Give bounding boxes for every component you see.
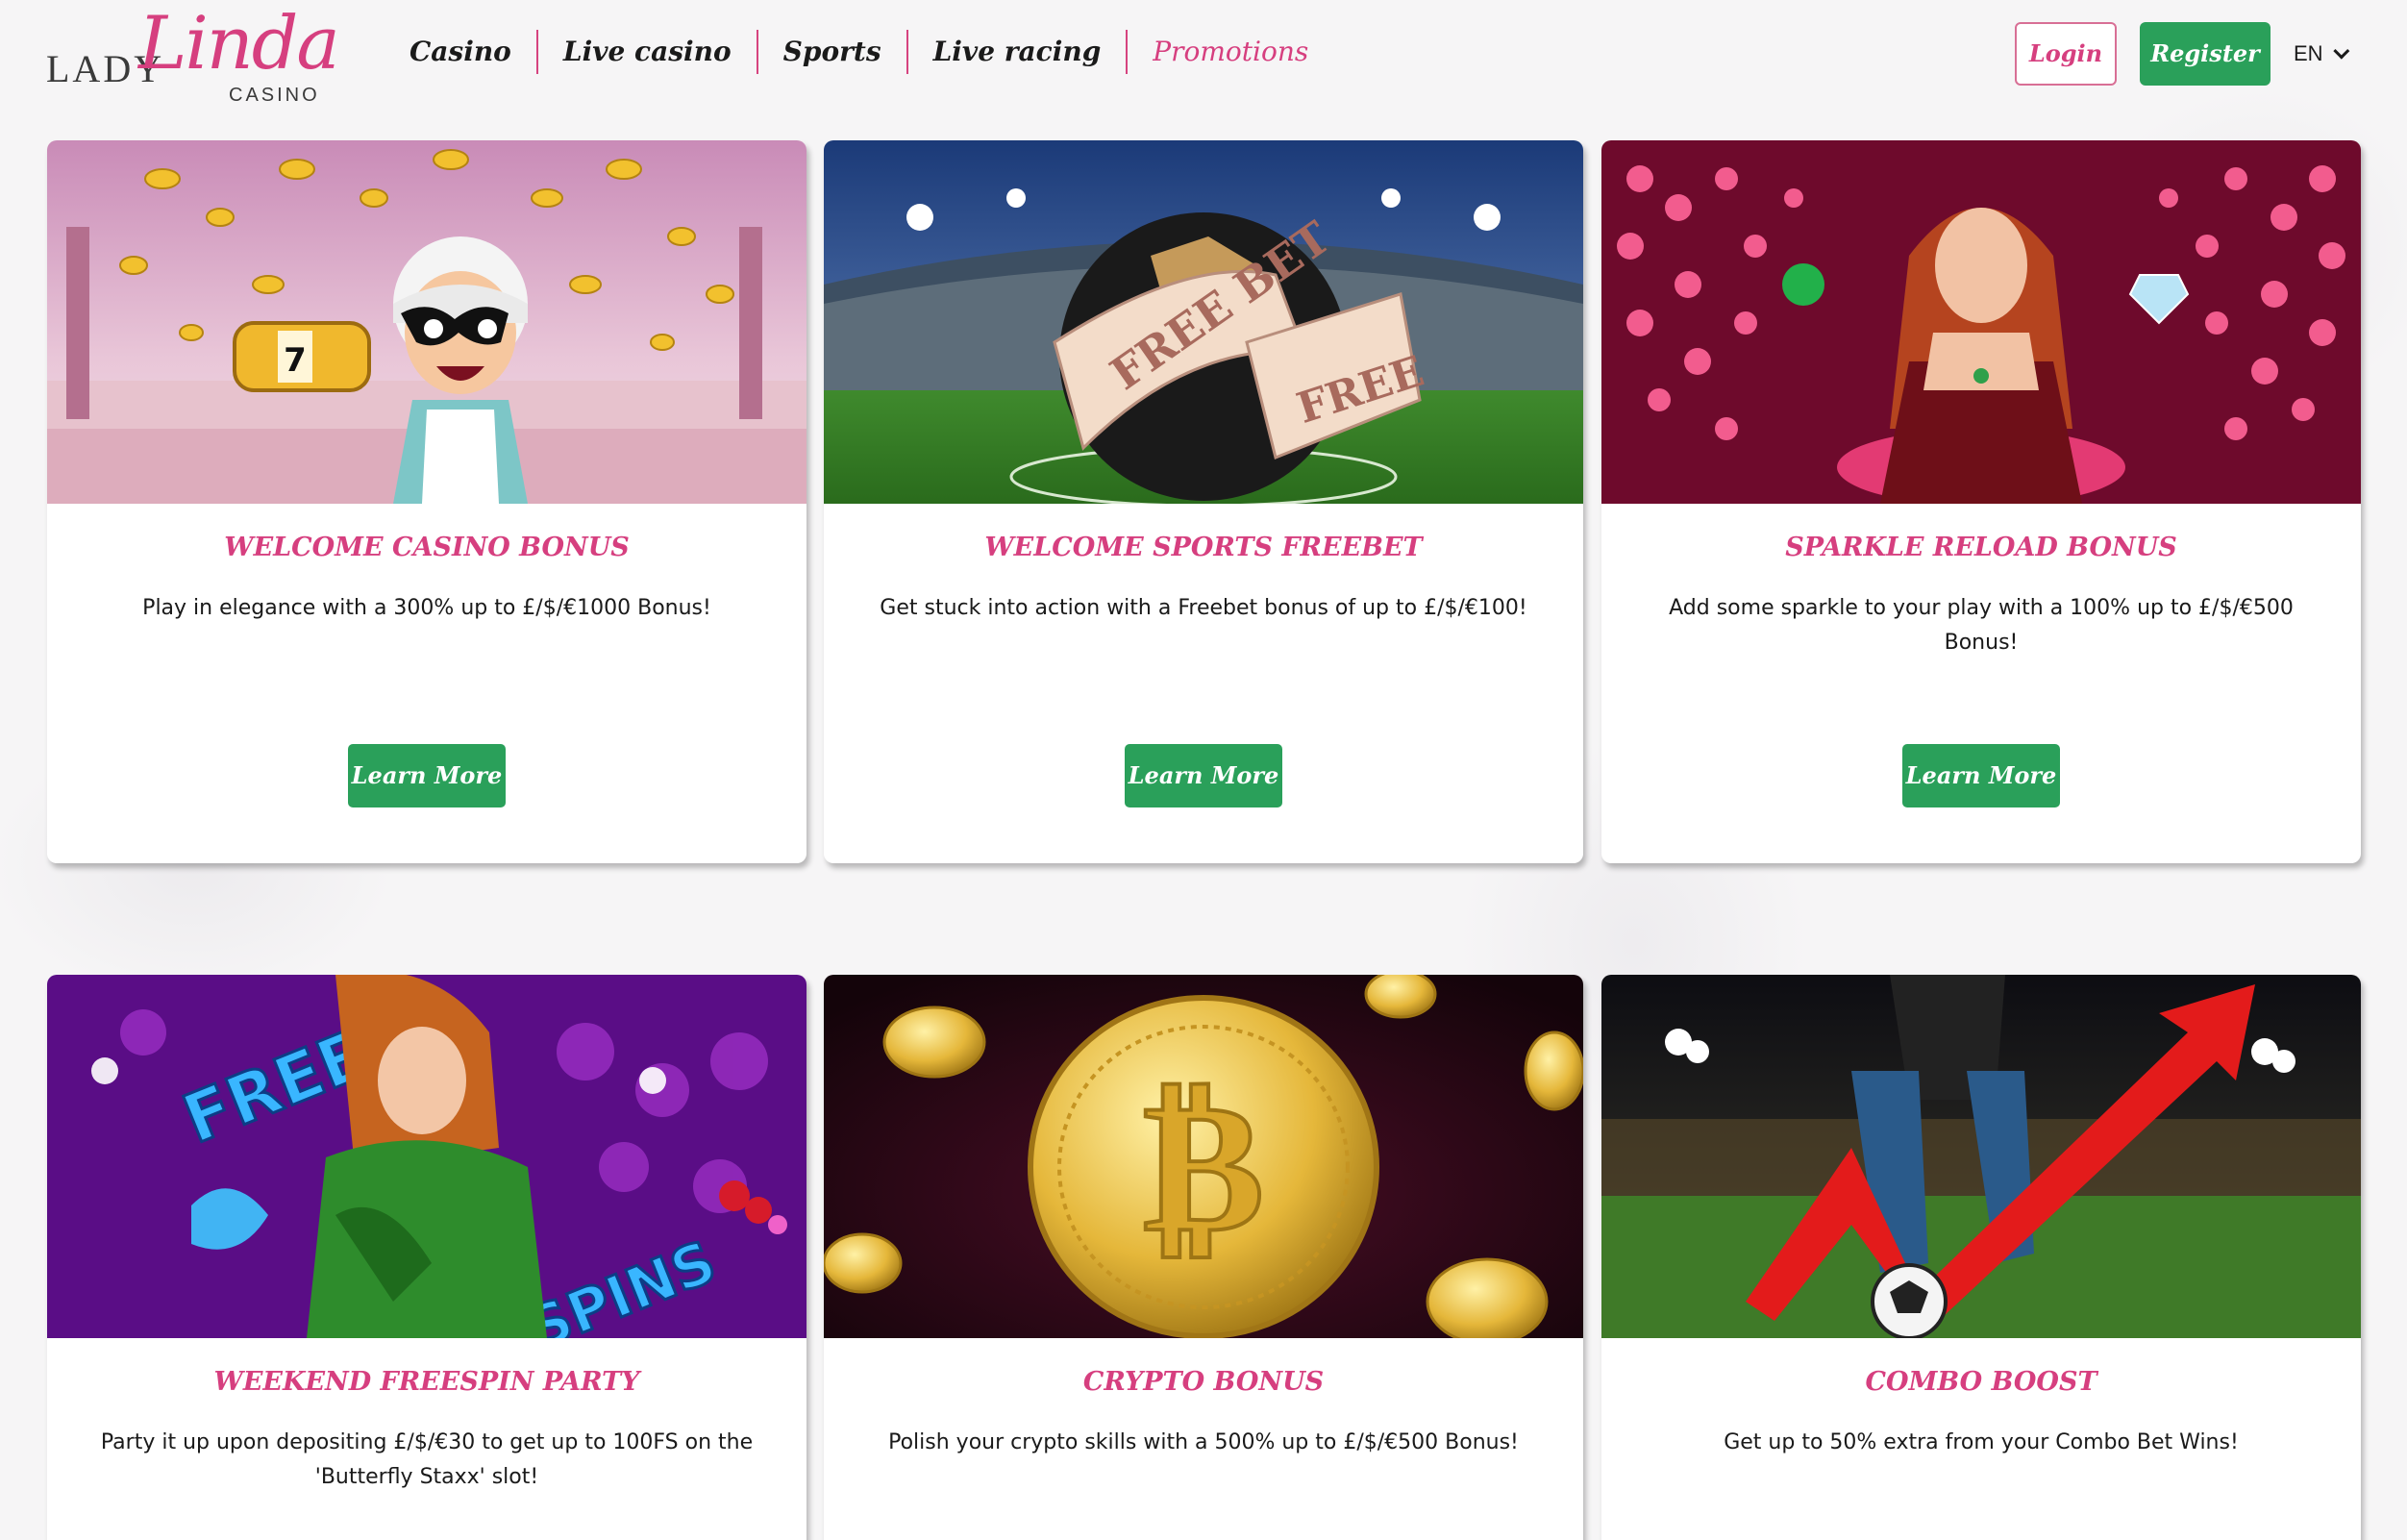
svg-text:₿: ₿	[1143, 1060, 1265, 1273]
promo-image-football-freebet: FREE BET FREE	[824, 140, 1583, 504]
site-header: LADY Linda CASINO Casino Live casino Spo…	[0, 0, 2407, 108]
promo-title: COMBO BOOST	[1865, 1367, 2097, 1397]
promo-title: CRYPTO BONUS	[1082, 1367, 1325, 1397]
learn-more-button[interactable]: Learn More	[1125, 744, 1282, 807]
promo-card-crypto-bonus: ₿ CRYPTO BONUS Polish your crypto skills…	[824, 975, 1583, 1540]
promo-card-welcome-casino: 7 WELCOME CASINO BONUS Play in elegance …	[47, 140, 806, 863]
promo-image-freespins: FREE SPINS	[47, 975, 806, 1338]
logo-casino: CASINO	[229, 85, 320, 106]
promo-image-granny-slot: 7	[47, 140, 806, 504]
login-button[interactable]: Login	[2015, 22, 2117, 86]
promo-image-bitcoin: ₿	[824, 975, 1583, 1338]
promo-title: WEEKEND FREESPIN PARTY	[213, 1367, 640, 1397]
site-logo[interactable]: LADY Linda CASINO	[46, 0, 340, 106]
promo-description: Add some sparkle to your play with a 100…	[1669, 596, 2294, 655]
learn-more-button[interactable]: Learn More	[1902, 744, 2060, 807]
promo-description: Get stuck into action with a Freebet bon…	[880, 596, 1527, 620]
main-nav: Casino Live casino Sports Live racing Pr…	[394, 29, 1333, 75]
chevron-down-icon	[2332, 42, 2349, 60]
register-button[interactable]: Register	[2140, 22, 2271, 86]
promo-image-sparkle-lady	[1601, 140, 2361, 504]
logo-linda: Linda	[138, 0, 340, 86]
promo-title: WELCOME CASINO BONUS	[224, 533, 630, 562]
promo-description: Polish your crypto skills with a 500% up…	[888, 1430, 1519, 1454]
promo-card-welcome-sports: FREE BET FREE WELCOME SPORTS FREEBET Get…	[824, 140, 1583, 863]
learn-more-button[interactable]: Learn More	[348, 744, 506, 807]
nav-live-casino[interactable]: Live casino	[538, 30, 758, 74]
promo-card-combo-boost: COMBO BOOST Get up to 50% extra from you…	[1601, 975, 2361, 1540]
nav-sports[interactable]: Sports	[758, 30, 908, 74]
promo-description: Party it up upon depositing £/$/€30 to g…	[100, 1430, 754, 1489]
language-label: EN	[2294, 41, 2323, 65]
promo-title: SPARKLE RELOAD BONUS	[1785, 533, 2177, 562]
promo-description: Get up to 50% extra from your Combo Bet …	[1724, 1430, 2239, 1454]
promo-description: Play in elegance with a 300% up to £/$/€…	[142, 596, 711, 620]
nav-promotions[interactable]: Promotions	[1128, 30, 1333, 74]
nav-casino[interactable]: Casino	[394, 30, 538, 74]
promo-card-weekend-freespin: FREE SPINS WEEKEND FREESPIN PARTY Party …	[47, 975, 806, 1540]
language-selector[interactable]: EN	[2294, 38, 2349, 69]
nav-live-racing[interactable]: Live racing	[908, 30, 1129, 74]
promo-image-combo-boost	[1601, 975, 2361, 1338]
promo-card-sparkle-reload: SPARKLE RELOAD BONUS Add some sparkle to…	[1601, 140, 2361, 863]
svg-text:7: 7	[284, 341, 307, 380]
promo-title: WELCOME SPORTS FREEBET	[984, 533, 1423, 562]
